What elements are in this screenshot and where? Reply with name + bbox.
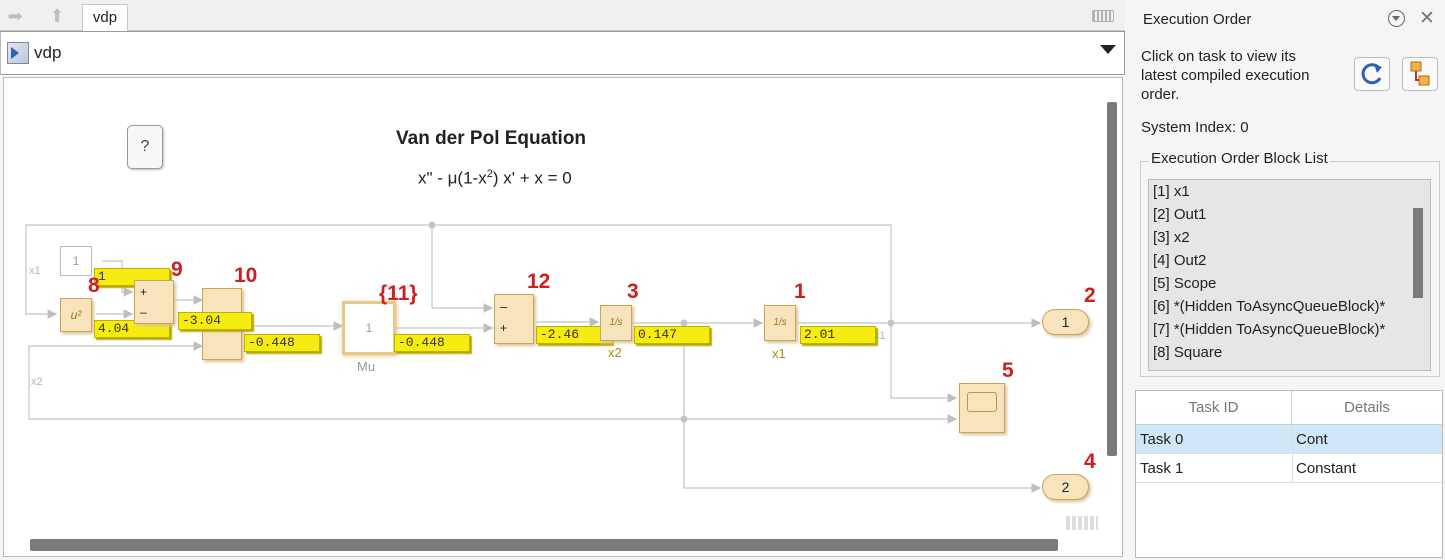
- integrator-x1-block[interactable]: 1/s: [764, 305, 796, 341]
- dropdown-arrow-icon[interactable]: [1100, 45, 1116, 54]
- list-item[interactable]: [8] Square: [1149, 341, 1407, 364]
- address-path: vdp: [34, 43, 62, 62]
- resize-grip-icon[interactable]: [1066, 516, 1098, 530]
- list-item[interactable]: [2] Out1: [1149, 203, 1407, 226]
- model-icon: [7, 42, 29, 64]
- display-x1: 2.01: [800, 326, 876, 344]
- mu-gain-block[interactable]: 1: [342, 301, 396, 355]
- tab-vdp[interactable]: vdp: [82, 4, 128, 31]
- task-table: Task ID Details Task 0 Cont Task 1 Const…: [1135, 390, 1443, 558]
- display-product-a: -3.04: [178, 312, 252, 330]
- toolbar: ➡ ⬆ vdp: [0, 0, 1125, 31]
- display-product-b: -0.448: [244, 334, 320, 352]
- order-number-1: 1: [794, 280, 806, 303]
- display-x2: 0.147: [634, 326, 710, 344]
- task-details-cell: Cont: [1296, 431, 1328, 448]
- table-row[interactable]: Task 0 Cont: [1136, 425, 1442, 454]
- scope-block[interactable]: [959, 383, 1005, 433]
- up-arrow-icon[interactable]: ⬆: [46, 6, 68, 26]
- list-item[interactable]: [6] *(Hidden ToAsyncQueueBlock)*: [1149, 295, 1407, 318]
- order-number-9: 9: [171, 258, 183, 281]
- list-item[interactable]: [5] Scope: [1149, 272, 1407, 295]
- diagram-title: Van der Pol Equation: [396, 128, 587, 149]
- display-mu: -0.448: [394, 334, 470, 352]
- order-number-11: {11}: [379, 282, 418, 305]
- constant-block[interactable]: 1: [60, 246, 92, 276]
- list-item[interactable]: [7] *(Hidden ToAsyncQueueBlock)*: [1149, 318, 1407, 341]
- execution-order-panel: Execution Order ✕ Click on task to view …: [1130, 0, 1445, 560]
- order-number-3: 3: [627, 280, 639, 303]
- list-item[interactable]: [3] x2: [1149, 226, 1407, 249]
- order-number-5: 5: [1002, 359, 1014, 382]
- horizontal-scrollbar[interactable]: [30, 539, 1058, 551]
- column-divider: [1292, 425, 1293, 483]
- order-number-4: 4: [1084, 450, 1096, 473]
- block-list-legend: Execution Order Block List: [1149, 150, 1330, 167]
- close-icon[interactable]: ✕: [1419, 7, 1435, 30]
- panel-description: Click on task to view its latest compile…: [1141, 48, 1310, 103]
- column-header-details[interactable]: Details: [1292, 391, 1442, 425]
- order-number-2: 2: [1084, 284, 1096, 307]
- task-id-cell: Task 1: [1140, 460, 1184, 477]
- task-id-cell: Task 0: [1140, 431, 1184, 448]
- block-list[interactable]: [1] x1 [2] Out1 [3] x2 [4] Out2 [5] Scop…: [1148, 179, 1431, 371]
- keyboard-icon[interactable]: [1092, 10, 1114, 22]
- help-button[interactable]: ?: [127, 125, 163, 169]
- diagram-equation: x" - μ(1-x2) x' + x = 0: [418, 168, 572, 188]
- panel-menu-icon[interactable]: [1388, 10, 1405, 27]
- column-header-task-id[interactable]: Task ID: [1136, 391, 1292, 425]
- signal-label-x2: x2: [31, 376, 43, 388]
- order-number-8: 8: [88, 274, 100, 297]
- execution-order-icon: [1410, 61, 1430, 86]
- list-item[interactable]: [1] x1: [1149, 180, 1407, 203]
- panel-title: Execution Order: [1143, 11, 1252, 28]
- task-details-cell: Constant: [1296, 460, 1357, 477]
- model-canvas[interactable]: ? Van der Pol Equation x" - μ(1-x2) x' +…: [3, 77, 1123, 557]
- integrator-x2-block[interactable]: 1/s: [600, 305, 632, 341]
- outport-1[interactable]: 1: [1042, 309, 1089, 335]
- vertical-scrollbar[interactable]: [1107, 102, 1117, 456]
- sum-block-12[interactable]: – +: [494, 294, 534, 344]
- block-list-scrollbar[interactable]: [1413, 208, 1423, 298]
- outport-2[interactable]: 2: [1042, 474, 1089, 500]
- table-row[interactable]: Task 1 Constant: [1136, 454, 1442, 483]
- order-number-12: 12: [527, 270, 551, 293]
- sum-block-9[interactable]: + –: [134, 280, 174, 324]
- refresh-icon: [1361, 63, 1382, 85]
- scope-screen-icon: [967, 392, 997, 412]
- integrator-x1-label: x1: [772, 346, 786, 361]
- mu-label: Mu: [357, 359, 376, 374]
- integrator-x2-label: x2: [608, 345, 622, 360]
- model-address-bar[interactable]: vdp: [0, 31, 1125, 75]
- list-item[interactable]: [4] Out2: [1149, 249, 1407, 272]
- highlight-order-button[interactable]: [1402, 57, 1438, 91]
- system-index: System Index: 0: [1141, 119, 1249, 136]
- forward-arrow-icon[interactable]: ➡: [4, 6, 26, 26]
- refresh-button[interactable]: [1354, 57, 1390, 91]
- square-block[interactable]: u²: [60, 298, 92, 332]
- order-number-10: 10: [234, 264, 258, 287]
- signal-label-x1: x1: [29, 265, 41, 277]
